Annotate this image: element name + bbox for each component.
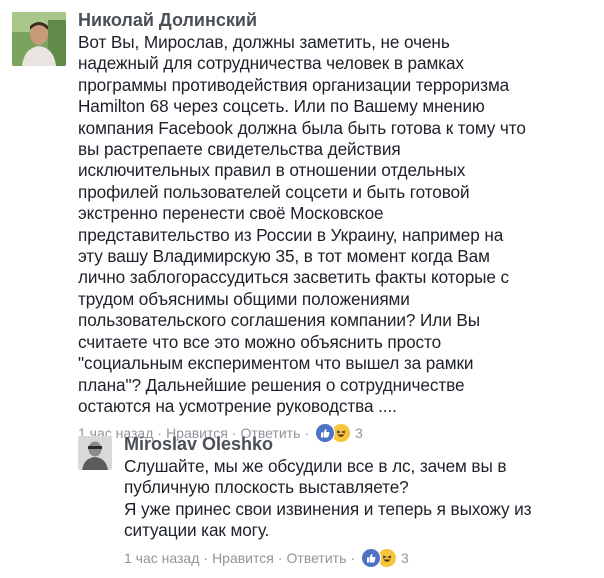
reaction-count: 3 [401,549,409,566]
comment-timestamp[interactable]: 1 час назад [124,550,199,566]
reactions-summary[interactable]: 3 [361,547,409,568]
meta-separator: · [203,549,209,566]
meta-separator: · [350,549,356,566]
reply-button[interactable]: Ответить [287,550,347,566]
comment-body: Николай Долинский Вот Вы, Мирослав, долж… [78,8,598,444]
comment-text: Вот Вы, Мирослав, должны заметить, не оч… [78,32,526,416]
comment-author[interactable]: Miroslav Oleshko [124,432,598,456]
like-icon [361,547,382,568]
meta-separator: · [277,549,283,566]
comment-text: Слушайте, мы же обсудили все в лс, зачем… [124,456,532,541]
avatar[interactable] [12,12,66,66]
comment-author[interactable]: Николай Долинский [78,8,598,32]
comment-body: Miroslav Oleshko Слушайте, мы же обсудил… [124,432,598,568]
like-button[interactable]: Нравится [212,550,274,566]
avatar[interactable] [78,436,112,470]
comment-meta: 1 час назад · Нравится · Ответить · 3 [124,547,598,568]
